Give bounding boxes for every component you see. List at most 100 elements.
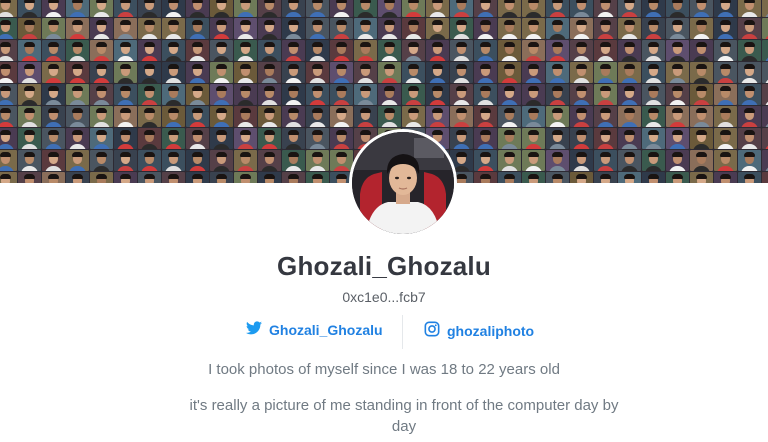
mosaic-photo-tile [498, 0, 521, 17]
mosaic-photo-tile [378, 40, 401, 61]
mosaic-photo-tile [306, 128, 329, 149]
mosaic-photo-tile [42, 172, 65, 183]
avatar[interactable] [349, 129, 457, 237]
mosaic-photo-tile [234, 128, 257, 149]
mosaic-photo-tile [498, 62, 521, 83]
mosaic-photo-tile [618, 172, 641, 183]
mosaic-photo-tile [666, 62, 689, 83]
mosaic-photo-tile [282, 84, 305, 105]
mosaic-photo-tile [186, 172, 209, 183]
mosaic-photo-tile [282, 40, 305, 61]
mosaic-photo-tile [546, 40, 569, 61]
mosaic-photo-tile [282, 106, 305, 127]
mosaic-photo-tile [258, 18, 281, 39]
mosaic-photo-tile [738, 40, 761, 61]
mosaic-photo-tile [618, 40, 641, 61]
mosaic-photo-tile [570, 150, 593, 171]
social-divider [402, 315, 403, 349]
mosaic-photo-tile [114, 18, 137, 39]
mosaic-photo-tile [18, 18, 41, 39]
mosaic-photo-tile [18, 172, 41, 183]
mosaic-photo-tile [738, 18, 761, 39]
mosaic-photo-tile [426, 18, 449, 39]
mosaic-photo-tile [66, 62, 89, 83]
mosaic-photo-tile [354, 84, 377, 105]
mosaic-photo-tile [642, 40, 665, 61]
mosaic-photo-tile [162, 128, 185, 149]
mosaic-photo-tile [306, 106, 329, 127]
twitter-link[interactable]: Ghozali_Ghozalu [246, 321, 383, 338]
mosaic-photo-tile [402, 84, 425, 105]
mosaic-photo-tile [690, 0, 713, 17]
mosaic-photo-tile [0, 62, 17, 83]
mosaic-photo-tile [114, 84, 137, 105]
mosaic-photo-tile [210, 40, 233, 61]
mosaic-photo-tile [498, 172, 521, 183]
mosaic-photo-tile [642, 150, 665, 171]
mosaic-photo-tile [522, 84, 545, 105]
mosaic-photo-tile [114, 40, 137, 61]
mosaic-photo-tile [522, 106, 545, 127]
mosaic-photo-tile [594, 40, 617, 61]
mosaic-photo-tile [546, 172, 569, 183]
mosaic-photo-tile [90, 0, 113, 17]
mosaic-photo-tile [42, 0, 65, 17]
twitter-handle: Ghozali_Ghozalu [269, 321, 383, 338]
mosaic-photo-tile [690, 18, 713, 39]
mosaic-photo-tile [0, 18, 17, 39]
mosaic-photo-tile [690, 150, 713, 171]
instagram-link[interactable]: ghozaliphoto [424, 321, 534, 340]
mosaic-photo-tile [162, 62, 185, 83]
mosaic-photo-tile [0, 172, 17, 183]
mosaic-photo-tile [714, 62, 737, 83]
mosaic-photo-tile [258, 172, 281, 183]
mosaic-photo-tile [210, 128, 233, 149]
mosaic-photo-tile [426, 84, 449, 105]
mosaic-photo-tile [426, 62, 449, 83]
mosaic-photo-tile [762, 0, 768, 17]
mosaic-photo-tile [570, 18, 593, 39]
mosaic-photo-tile [594, 106, 617, 127]
mosaic-photo-tile [330, 106, 353, 127]
mosaic-photo-tile [138, 0, 161, 17]
mosaic-photo-tile [714, 128, 737, 149]
mosaic-photo-tile [18, 106, 41, 127]
mosaic-photo-tile [546, 106, 569, 127]
mosaic-photo-tile [66, 150, 89, 171]
avatar-portrait [352, 132, 454, 234]
mosaic-photo-tile [258, 0, 281, 17]
mosaic-photo-tile [0, 0, 17, 17]
mosaic-photo-tile [762, 40, 768, 61]
twitter-icon [246, 321, 262, 338]
mosaic-photo-tile [330, 128, 353, 149]
mosaic-photo-tile [714, 40, 737, 61]
mosaic-photo-tile [474, 62, 497, 83]
mosaic-photo-tile [42, 18, 65, 39]
mosaic-photo-tile [0, 150, 17, 171]
mosaic-photo-tile [258, 40, 281, 61]
mosaic-photo-tile [474, 18, 497, 39]
bio-line-2: it's really a picture of me standing in … [189, 397, 619, 435]
mosaic-photo-tile [18, 150, 41, 171]
mosaic-photo-tile [306, 40, 329, 61]
mosaic-photo-tile [522, 18, 545, 39]
mosaic-photo-tile [738, 150, 761, 171]
mosaic-photo-tile [330, 62, 353, 83]
mosaic-photo-tile [690, 128, 713, 149]
mosaic-photo-tile [42, 106, 65, 127]
mosaic-photo-tile [378, 84, 401, 105]
mosaic-photo-tile [210, 18, 233, 39]
mosaic-photo-tile [714, 172, 737, 183]
wallet-address[interactable]: 0xc1e0...fcb7 [0, 289, 768, 305]
mosaic-photo-tile [570, 62, 593, 83]
mosaic-photo-tile [594, 84, 617, 105]
mosaic-photo-tile [210, 62, 233, 83]
mosaic-photo-tile [378, 106, 401, 127]
mosaic-photo-tile [762, 84, 768, 105]
mosaic-photo-tile [498, 84, 521, 105]
mosaic-photo-tile [210, 106, 233, 127]
mosaic-photo-tile [738, 62, 761, 83]
mosaic-photo-tile [618, 106, 641, 127]
mosaic-photo-tile [330, 150, 353, 171]
mosaic-photo-tile [114, 62, 137, 83]
